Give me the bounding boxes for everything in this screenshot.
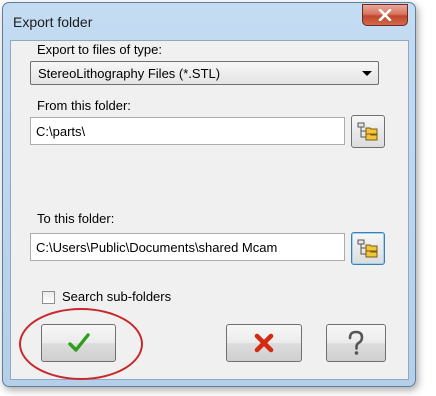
close-button[interactable] xyxy=(362,4,408,26)
red-x-icon xyxy=(254,333,274,353)
help-button[interactable] xyxy=(326,324,386,362)
search-subfolders-checkbox[interactable] xyxy=(42,291,55,304)
from-folder-input[interactable] xyxy=(30,117,345,145)
from-folder-browse-button[interactable] xyxy=(351,115,385,148)
folder-browse-icon xyxy=(357,239,378,257)
question-mark-icon xyxy=(348,330,364,355)
folder-browse-icon xyxy=(357,122,378,140)
file-type-selected: StereoLithography Files (*.STL) xyxy=(38,66,221,81)
chevron-down-icon xyxy=(362,71,372,76)
cancel-button[interactable] xyxy=(226,324,302,362)
search-subfolders-label[interactable]: Search sub-folders xyxy=(62,289,171,304)
green-checkmark-icon xyxy=(67,333,90,352)
file-type-dropdown[interactable]: StereoLithography Files (*.STL) xyxy=(30,61,379,85)
window-title: Export folder xyxy=(13,14,93,30)
ok-button[interactable] xyxy=(41,324,116,362)
export-type-label: Export to files of type: xyxy=(37,42,163,57)
from-folder-label: From this folder: xyxy=(37,98,131,113)
close-icon xyxy=(378,9,392,21)
to-folder-input[interactable] xyxy=(30,233,345,261)
title-bar[interactable]: Export folder xyxy=(3,3,415,39)
to-folder-browse-button[interactable] xyxy=(351,232,385,265)
to-folder-label: To this folder: xyxy=(37,211,115,226)
